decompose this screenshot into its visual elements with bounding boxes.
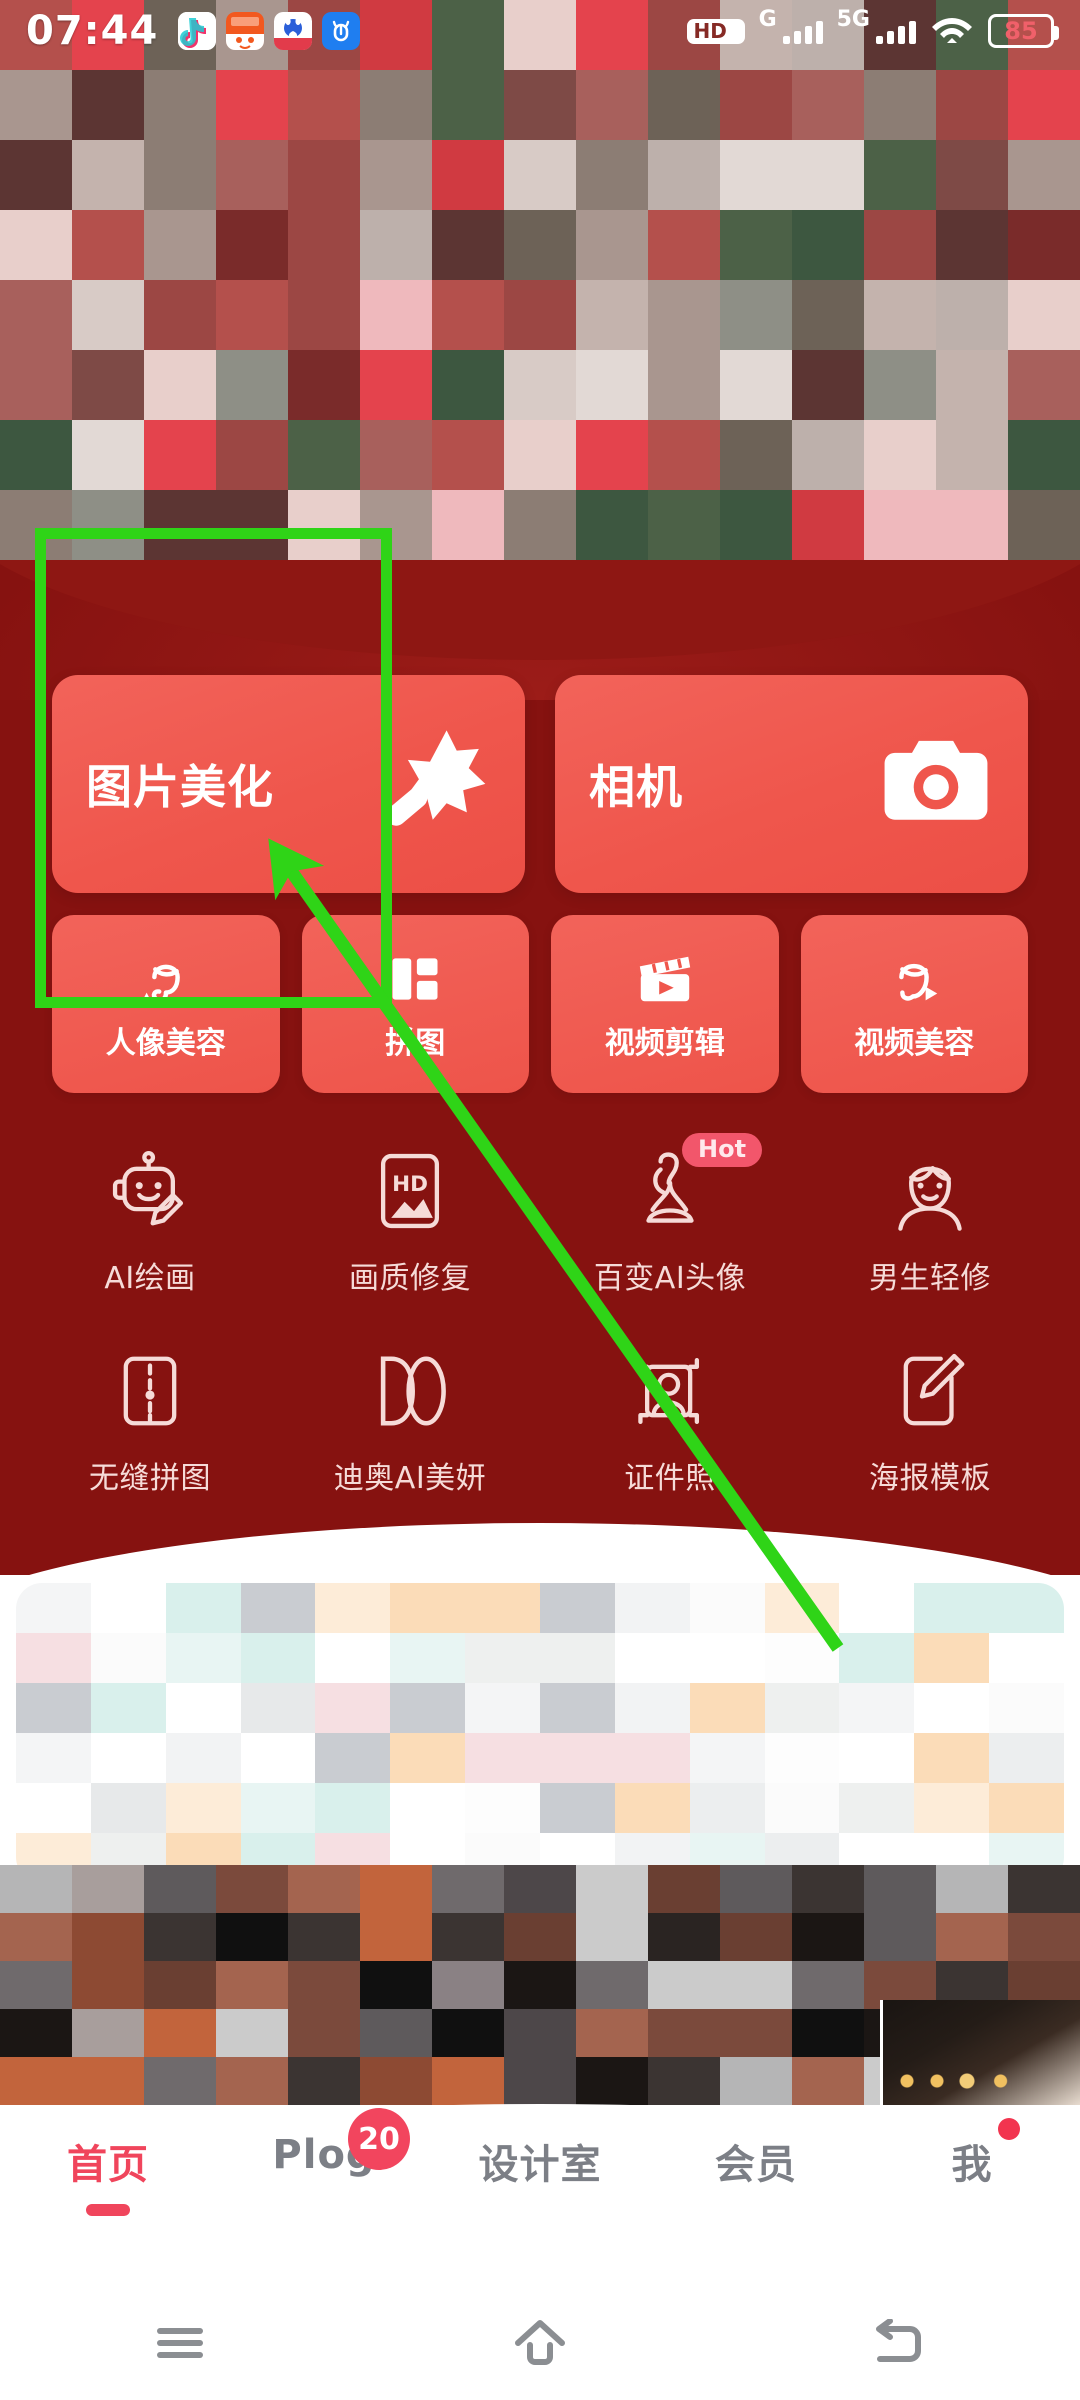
grid-item-male-retouch[interactable]: 男生轻修 bbox=[800, 1125, 1060, 1325]
tab-label: 设计室 bbox=[478, 2142, 602, 2188]
feature-panel: 图片美化 相机 人像美容 拼图 视频剪辑 视频美容 AI绘画 HD 画质修复 H… bbox=[0, 560, 1080, 1585]
hd-label: HD bbox=[693, 18, 727, 43]
hd-voice-icon: HD 2 bbox=[687, 18, 745, 47]
network-type-label: G bbox=[758, 6, 777, 32]
feature-icon-grid: AI绘画 HD 画质修复 Hot 百变AI头像 男生轻修 无缝拼图 迪奥AI美妍… bbox=[20, 1125, 1060, 1525]
medium-card-label: 视频剪辑 bbox=[604, 1026, 725, 1061]
grid-item-ai-painting[interactable]: AI绘画 bbox=[20, 1125, 280, 1325]
icon-grid-row: AI绘画 HD 画质修复 Hot 百变AI头像 男生轻修 bbox=[20, 1125, 1060, 1325]
grid-item-label: 证件照 bbox=[624, 1461, 716, 1496]
douyin-app-icon bbox=[178, 12, 217, 50]
grid-item-label: 海报模板 bbox=[869, 1461, 991, 1496]
baidu-app-icon bbox=[274, 12, 313, 50]
feed-pixelated-grid bbox=[16, 1583, 1064, 1883]
medium-card-label: 拼图 bbox=[385, 1026, 446, 1061]
collage-icon bbox=[385, 946, 445, 1012]
grid-item-seamless-collage[interactable]: 无缝拼图 bbox=[20, 1325, 280, 1525]
tab-home[interactable]: 首页 bbox=[0, 2132, 216, 2216]
grid-item-ai-avatar[interactable]: Hot 百变AI头像 bbox=[540, 1125, 800, 1325]
grid-item-poster-template[interactable]: 海报模板 bbox=[800, 1325, 1060, 1525]
tab-badge-count: 20 bbox=[348, 2108, 410, 2170]
hot-badge: Hot bbox=[682, 1133, 763, 1167]
tab-design-studio[interactable]: 设计室 bbox=[432, 2132, 648, 2190]
feed-area bbox=[0, 1575, 1080, 2160]
camera-icon bbox=[880, 734, 992, 834]
hd-sim-index: 2 bbox=[728, 31, 739, 48]
tab-active-underline bbox=[86, 2204, 130, 2216]
big-card-camera[interactable]: 相机 bbox=[555, 675, 1028, 893]
big-card-photo-beautify[interactable]: 图片美化 bbox=[52, 675, 525, 893]
poster-template-icon bbox=[891, 1343, 969, 1439]
signal-sim1: G bbox=[759, 7, 823, 44]
youdao-app-icon bbox=[322, 12, 361, 50]
portrait-beauty-icon bbox=[135, 946, 197, 1012]
android-navigation-bar bbox=[0, 2290, 1080, 2400]
phone-screen: 图片美化 相机 人像美容 拼图 视频剪辑 视频美容 AI绘画 HD 画质修复 H… bbox=[0, 0, 1080, 2400]
tab-notification-dot bbox=[998, 2118, 1020, 2140]
medium-card-video-beauty[interactable]: 视频美容 bbox=[800, 915, 1028, 1093]
magic-wand-icon bbox=[371, 723, 489, 845]
network-type-label: 5G bbox=[836, 6, 870, 32]
recents-button[interactable] bbox=[0, 2323, 360, 2367]
tab-label: 会员 bbox=[715, 2142, 797, 2188]
home-button[interactable] bbox=[360, 2317, 720, 2373]
signal-sim2: 5G bbox=[837, 7, 916, 44]
grid-item-label: AI绘画 bbox=[104, 1261, 196, 1296]
video-beauty-icon bbox=[883, 946, 945, 1012]
grid-item-label: 百变AI头像 bbox=[593, 1261, 747, 1296]
grid-item-label: 无缝拼图 bbox=[89, 1461, 211, 1496]
status-bar-right: HD 2 G 5G 85 bbox=[687, 7, 1059, 50]
medium-card-label: 人像美容 bbox=[105, 1026, 226, 1061]
bottom-tab-bar: 首页 20 Plog 设计室 会员 我 bbox=[0, 2108, 1080, 2290]
tab-label: 我 bbox=[951, 2142, 993, 2188]
male-retouch-icon bbox=[887, 1143, 973, 1239]
big-card-label: 图片美化 bbox=[86, 760, 274, 814]
status-clock: 07:44 bbox=[26, 8, 159, 54]
battery-indicator: 85 bbox=[988, 14, 1059, 48]
dior-ai-beauty-icon bbox=[367, 1343, 453, 1439]
wifi-icon bbox=[930, 12, 974, 50]
meituan-app-icon bbox=[226, 12, 265, 50]
grid-item-id-photo[interactable]: 证件照 bbox=[540, 1325, 800, 1525]
grid-item-dior-ai-beauty[interactable]: 迪奥AI美妍 bbox=[280, 1325, 540, 1525]
battery-percent: 85 bbox=[1004, 17, 1038, 45]
feed-photo-blurred[interactable] bbox=[0, 1865, 1080, 2105]
back-button[interactable] bbox=[720, 2318, 1080, 2371]
tab-membership[interactable]: 会员 bbox=[648, 2132, 864, 2190]
notification-icons bbox=[178, 12, 361, 50]
home-arrow-icon bbox=[512, 2317, 568, 2373]
medium-card-row: 人像美容 拼图 视频剪辑 视频美容 bbox=[52, 915, 1028, 1093]
video-clapperboard-icon bbox=[634, 946, 696, 1012]
back-arrow-icon bbox=[874, 2318, 926, 2371]
svg-text:HD: HD bbox=[392, 1172, 428, 1197]
seamless-collage-icon bbox=[113, 1343, 187, 1439]
feed-card-blurred[interactable] bbox=[16, 1583, 1064, 1883]
ai-robot-draw-icon bbox=[107, 1143, 193, 1239]
grid-item-label: 迪奥AI美妍 bbox=[333, 1461, 487, 1496]
tab-me[interactable]: 我 bbox=[864, 2118, 1080, 2190]
photo-inset-thumbnail bbox=[880, 2000, 1080, 2105]
medium-card-label: 视频美容 bbox=[854, 1026, 975, 1061]
hd-restore-icon: HD bbox=[370, 1143, 450, 1239]
grid-item-label: 男生轻修 bbox=[869, 1261, 991, 1296]
id-photo-icon bbox=[628, 1343, 712, 1439]
tab-label: 首页 bbox=[67, 2142, 149, 2188]
big-card-row: 图片美化 相机 bbox=[52, 675, 1028, 893]
icon-grid-row: 无缝拼图 迪奥AI美妍 证件照 海报模板 bbox=[20, 1325, 1060, 1525]
medium-card-collage[interactable]: 拼图 bbox=[301, 915, 529, 1093]
status-bar: 07:44 HD 2 G 5G 85 bbox=[0, 0, 1080, 62]
grid-item-quality-restore[interactable]: HD 画质修复 bbox=[280, 1125, 540, 1325]
menu-lines-icon bbox=[153, 2323, 207, 2367]
tab-plog[interactable]: 20 Plog bbox=[216, 2108, 432, 2178]
medium-card-video-edit[interactable]: 视频剪辑 bbox=[551, 915, 779, 1093]
grid-item-label: 画质修复 bbox=[349, 1261, 471, 1296]
medium-card-portrait-beauty[interactable]: 人像美容 bbox=[52, 915, 280, 1093]
big-card-label: 相机 bbox=[589, 760, 683, 814]
